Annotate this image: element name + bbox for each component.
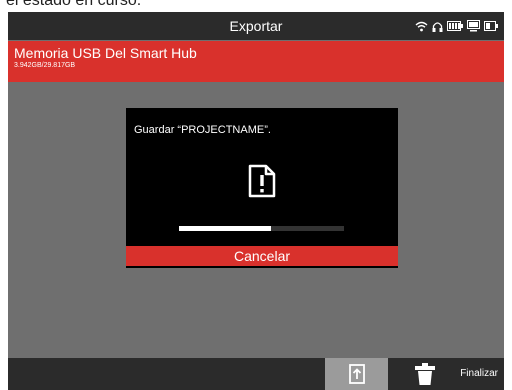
file-warning-icon xyxy=(248,164,276,198)
storage-usage: 3.942GB/29.817GB xyxy=(14,62,76,69)
destination-header: Memoria USB Del Smart Hub 3.942GB/29.817… xyxy=(8,41,504,82)
status-icons xyxy=(415,19,498,33)
export-screen: Exportar Memoria USB Del Smart Hub 3.942… xyxy=(8,12,504,390)
progress-fill xyxy=(179,226,272,231)
finish-button[interactable]: Finalizar xyxy=(460,368,498,379)
export-progress-bar xyxy=(179,226,344,231)
headphones-icon xyxy=(432,21,443,32)
media-icon xyxy=(484,21,498,31)
export-icon xyxy=(348,364,365,384)
storage-icon xyxy=(467,20,480,32)
bottom-toolbar: Finalizar xyxy=(8,358,504,390)
caption-fragment: el estado en curso. xyxy=(0,0,512,12)
delete-button[interactable] xyxy=(393,358,456,390)
export-progress-dialog: Guardar “PROJECTNAME”. Cancelar xyxy=(126,108,398,268)
trash-icon xyxy=(414,363,435,385)
status-bar: Exportar xyxy=(8,12,504,40)
caption-text: el estado en curso. xyxy=(6,0,142,9)
export-button[interactable] xyxy=(325,358,388,390)
save-message: Guardar “PROJECTNAME”. xyxy=(134,124,271,136)
cancel-button[interactable]: Cancelar xyxy=(126,246,398,266)
battery-icon xyxy=(447,21,463,31)
destination-name: Memoria USB Del Smart Hub xyxy=(14,45,197,61)
wifi-icon xyxy=(415,21,428,31)
